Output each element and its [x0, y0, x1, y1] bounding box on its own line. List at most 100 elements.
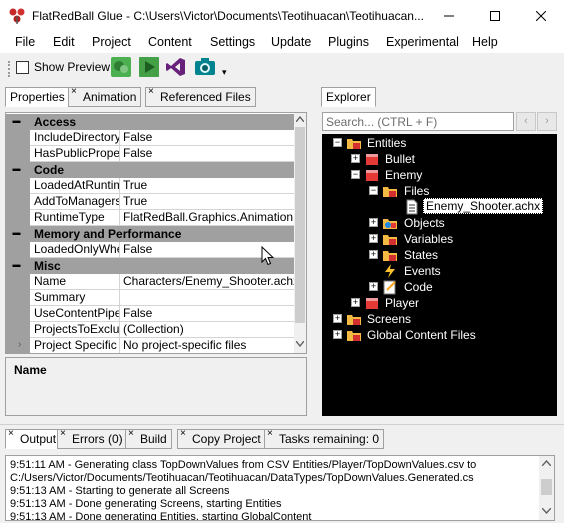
tree-node-events[interactable]: Events	[322, 263, 557, 279]
menu-file[interactable]: File	[15, 35, 35, 49]
collapse-icon[interactable]: ▬	[12, 261, 21, 270]
nav-back-button[interactable]: ‹	[516, 112, 536, 131]
expand-icon[interactable]: +	[369, 234, 378, 243]
tree-node-variables[interactable]: + Variables	[322, 231, 557, 247]
menu-experimental[interactable]: Experimental	[386, 35, 459, 49]
property-row[interactable]: IncludeDirectoryR False	[6, 130, 296, 146]
property-value[interactable]: True	[120, 178, 296, 194]
property-row[interactable]: Summary	[6, 290, 296, 306]
property-row[interactable]: LoadedOnlyWhe False	[6, 242, 296, 258]
tree-node-code[interactable]: + Code	[322, 279, 557, 295]
property-row[interactable]: › Project Specific F No project-specific…	[6, 338, 296, 353]
show-preview-checkbox[interactable]	[16, 61, 29, 74]
tree-node-enemy[interactable]: − Enemy	[322, 167, 557, 183]
tab-close-icon[interactable]: ×	[60, 428, 66, 439]
tab-build[interactable]: × Build	[125, 428, 172, 449]
tree-node-player[interactable]: + Player	[322, 295, 557, 311]
category-misc[interactable]: ▬ Misc	[6, 258, 296, 274]
toolbar-overflow-icon[interactable]: ▾	[222, 67, 227, 78]
property-grid-scrollbar[interactable]	[294, 113, 306, 353]
property-value[interactable]: True	[120, 194, 296, 210]
property-value[interactable]: (Collection)	[120, 322, 296, 338]
menu-plugins[interactable]: Plugins	[328, 35, 369, 49]
scroll-up-icon[interactable]	[296, 116, 304, 122]
property-value[interactable]	[120, 290, 296, 306]
scroll-thumb[interactable]	[295, 127, 305, 323]
expand-icon[interactable]: +	[369, 218, 378, 227]
property-row[interactable]: Name Characters/Enemy_Shooter.achx	[6, 274, 296, 290]
category-memory-performance[interactable]: ▬ Memory and Performance	[6, 226, 296, 242]
tree-node-states[interactable]: + States	[322, 247, 557, 263]
property-row[interactable]: ProjectsToExclud (Collection)	[6, 322, 296, 338]
play-button[interactable]	[138, 56, 160, 78]
tree-node-global-content[interactable]: + Global Content Files	[322, 327, 557, 343]
collapse-icon[interactable]: −	[333, 138, 342, 147]
menu-help[interactable]: Help	[472, 35, 498, 49]
expand-icon[interactable]: +	[351, 298, 360, 307]
scroll-down-icon[interactable]	[542, 508, 551, 514]
property-value[interactable]: No project-specific files	[120, 338, 296, 353]
maximize-button[interactable]	[472, 0, 518, 31]
property-row[interactable]: HasPublicPropert False	[6, 146, 296, 162]
tab-close-icon[interactable]: ×	[267, 428, 273, 439]
menu-project[interactable]: Project	[92, 35, 131, 49]
property-value[interactable]: False	[120, 130, 296, 146]
toolbar-grip[interactable]	[8, 61, 11, 77]
minimize-button[interactable]	[426, 0, 472, 31]
expand-icon[interactable]: +	[333, 314, 342, 323]
property-grid[interactable]: ▬ Access IncludeDirectoryR False HasPubl…	[5, 112, 307, 354]
expand-icon[interactable]: ›	[18, 339, 21, 350]
tab-close-icon[interactable]: ×	[148, 86, 154, 97]
tree-node-files[interactable]: − Files	[322, 183, 557, 199]
screenshot-button[interactable]	[194, 56, 216, 78]
collapse-icon[interactable]: −	[369, 186, 378, 195]
explorer-search-input[interactable]: Search... (CTRL + F)	[322, 112, 514, 131]
collapse-icon[interactable]: ▬	[12, 229, 21, 238]
tab-tasks[interactable]: × Tasks remaining: 0	[264, 428, 385, 449]
property-row[interactable]: AddToManagers True	[6, 194, 296, 210]
menu-update[interactable]: Update	[271, 35, 311, 49]
property-value[interactable]: False	[120, 146, 296, 162]
output-log[interactable]: 9:51:11 AM - Generating class TopDownVal…	[5, 455, 555, 521]
collapse-icon[interactable]: ▬	[12, 117, 21, 126]
property-row[interactable]: LoadedAtRuntime True	[6, 178, 296, 194]
visual-studio-button[interactable]	[165, 56, 187, 78]
menu-edit[interactable]: Edit	[53, 35, 75, 49]
category-code[interactable]: ▬ Code	[6, 162, 296, 178]
tab-explorer[interactable]: Explorer	[321, 87, 376, 107]
tab-close-icon[interactable]: ×	[180, 428, 186, 439]
menu-content[interactable]: Content	[148, 35, 192, 49]
tab-properties[interactable]: Properties	[5, 87, 70, 107]
tree-node-bullet[interactable]: + Bullet	[322, 151, 557, 167]
expand-icon[interactable]: +	[351, 154, 360, 163]
tab-close-icon[interactable]: ×	[8, 428, 14, 439]
tree-node-objects[interactable]: + Objects	[322, 215, 557, 231]
tab-animation[interactable]: × Animation	[68, 86, 142, 107]
tab-close-icon[interactable]: ×	[71, 86, 77, 97]
property-row[interactable]: UseContentPipeli False	[6, 306, 296, 322]
tab-errors[interactable]: × Errors (0)	[57, 428, 128, 449]
expand-icon[interactable]: +	[333, 330, 342, 339]
horizontal-splitter[interactable]	[0, 424, 564, 425]
build-button[interactable]	[110, 56, 132, 78]
explorer-tree[interactable]: − Entities + Bullet − Enemy − Files Enem…	[322, 134, 557, 416]
expand-icon[interactable]: +	[369, 250, 378, 259]
tab-copy-project[interactable]: × Copy Project	[177, 428, 266, 449]
collapse-icon[interactable]: −	[351, 170, 360, 179]
property-value[interactable]: Characters/Enemy_Shooter.achx	[120, 274, 296, 290]
output-scrollbar[interactable]	[539, 456, 554, 520]
tree-node-entities[interactable]: − Entities	[322, 135, 557, 151]
scroll-up-icon[interactable]	[542, 460, 551, 466]
category-access[interactable]: ▬ Access	[6, 114, 296, 130]
nav-forward-button[interactable]: ›	[537, 112, 557, 131]
collapse-icon[interactable]: ▬	[12, 165, 21, 174]
scroll-down-icon[interactable]	[296, 341, 304, 347]
tab-output[interactable]: × Output	[5, 428, 62, 449]
property-row[interactable]: RuntimeType FlatRedBall.Graphics.Animati…	[6, 210, 296, 226]
tab-referenced-files[interactable]: × Referenced Files	[145, 86, 256, 107]
tree-node-enemy-shooter[interactable]: Enemy_Shooter.achx	[322, 198, 557, 215]
menu-settings[interactable]: Settings	[210, 35, 255, 49]
expand-icon[interactable]: +	[369, 282, 378, 291]
close-button[interactable]	[518, 0, 564, 31]
scroll-thumb[interactable]	[541, 479, 552, 495]
